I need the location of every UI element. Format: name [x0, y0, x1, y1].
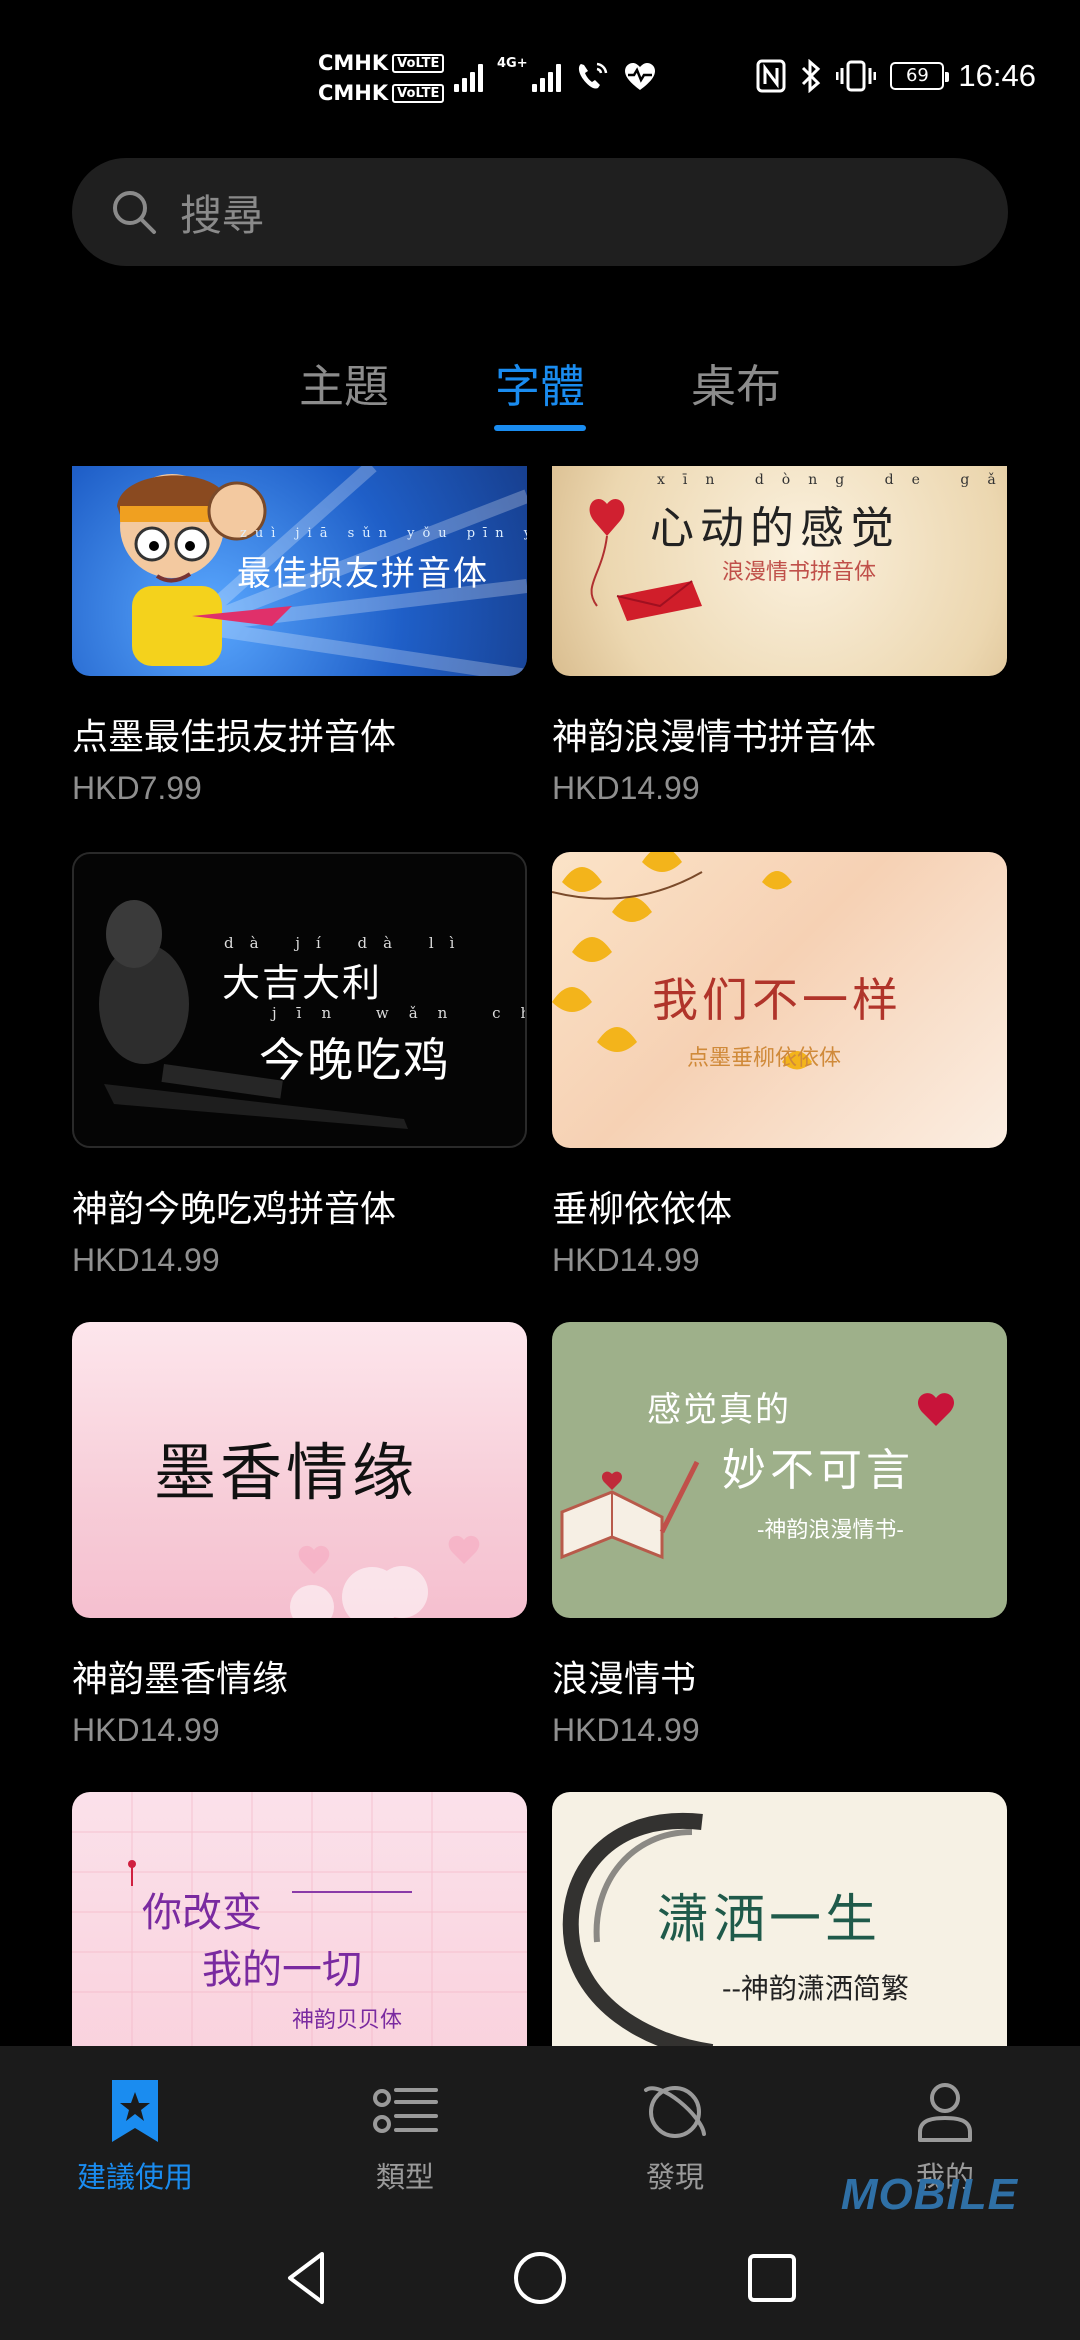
clock: 16:46: [958, 58, 1036, 93]
font-card[interactable]: zuì jiā sǔn yǒu pīn yīn tǐ 最佳损友拼音体 点墨最佳损…: [72, 466, 527, 807]
preview-text: 潇洒一生: [657, 1890, 882, 1950]
preview-text: 大吉大利: [222, 961, 383, 1005]
active-tab-indicator: [494, 425, 586, 431]
preview-text: 你改变: [142, 1890, 262, 1936]
tab-fonts[interactable]: 字體: [440, 350, 640, 431]
font-card[interactable]: 潇洒一生 --神韵潇洒简繁: [552, 1792, 1007, 2046]
font-price: HKD7.99: [72, 770, 202, 806]
volte-badge: VoLTE: [392, 53, 445, 73]
vibrate-icon: [836, 60, 877, 92]
font-preview-image: 潇洒一生 --神韵潇洒简繁: [552, 1792, 1007, 2046]
preview-text: 心动的感觉: [650, 503, 900, 554]
preview-pinyin-2: jīn wǎn chī jī: [272, 1004, 525, 1022]
preview-subtext: 神韵贝贝体: [292, 2008, 403, 2033]
nav-recommended[interactable]: 建議使用: [35, 2076, 235, 2196]
preview-text-2: 妙不可言: [722, 1445, 914, 1496]
preview-text: 我们不一样: [652, 973, 902, 1027]
font-price: HKD14.99: [552, 1242, 700, 1278]
tab-wallpapers[interactable]: 桌布: [636, 350, 836, 415]
bluetooth-icon: [802, 59, 821, 93]
font-price: HKD14.99: [72, 1242, 220, 1278]
recents-icon[interactable]: [740, 2246, 804, 2310]
font-title: 点墨最佳损友拼音体: [72, 717, 397, 758]
status-bar: CMHK VoLTE CMHK VoLTE 4G+ 69 16:46: [0, 0, 1080, 140]
network-type: 4G+: [497, 56, 528, 71]
nav-label: 類型: [375, 2160, 434, 2194]
system-status: 69 16:46: [756, 56, 1036, 96]
font-preview-image: zuì jiā sǔn yǒu pīn yīn tǐ 最佳损友拼音体: [72, 466, 527, 676]
carrier-info: CMHK VoLTE CMHK VoLTE: [318, 48, 445, 108]
watermark-logo: MOBILE: [840, 2170, 1018, 2219]
preview-text-2: 我的一切: [202, 1947, 362, 1993]
home-icon[interactable]: [508, 2246, 572, 2310]
font-card[interactable]: 我们不一样 点墨垂柳依依体 垂柳依依体 HKD14.99: [552, 852, 1007, 1279]
font-title: 浪漫情书: [552, 1659, 697, 1700]
font-price: HKD14.99: [552, 770, 700, 806]
font-card[interactable]: 你改变 我的一切 神韵贝贝体: [72, 1792, 527, 2046]
font-preview-image: 墨香情缘: [72, 1322, 527, 1618]
font-card[interactable]: 感觉真的 妙不可言 -神韵浪漫情书- 浪漫情书 HKD14.99: [552, 1322, 1007, 1749]
search-placeholder: 搜尋: [180, 190, 265, 240]
font-card[interactable]: xīn dòng de gǎn jiào 心动的感觉 浪漫情书拼音体 神韵浪漫情…: [552, 466, 1007, 807]
preview-text: 最佳损友拼音体: [237, 554, 489, 594]
preview-text: 感觉真的: [647, 1390, 791, 1430]
font-preview-image: dà jí dà lì 大吉大利 jīn wǎn chī jī 今晚吃鸡: [72, 852, 527, 1148]
nfc-icon: [756, 59, 786, 93]
tab-themes[interactable]: 主題: [244, 350, 444, 415]
carrier-name-2: CMHK: [318, 81, 389, 105]
preview-pinyin: xīn dòng de gǎn jiào: [657, 472, 1007, 488]
wifi-call-icon: [578, 62, 607, 89]
back-icon[interactable]: [276, 2246, 340, 2310]
search-bar[interactable]: 搜尋: [72, 158, 1008, 266]
list-icon: [373, 2088, 438, 2133]
carrier-name-1: CMHK: [318, 51, 389, 75]
preview-subtext: -神韵浪漫情书-: [757, 1518, 904, 1543]
font-preview-image: 感觉真的 妙不可言 -神韵浪漫情书-: [552, 1322, 1007, 1618]
preview-text: 墨香情缘: [154, 1436, 419, 1509]
nav-label: 發現: [645, 2160, 704, 2194]
signal-icon: [454, 62, 483, 92]
planet-icon: [644, 2086, 706, 2138]
font-card[interactable]: dà jí dà lì 大吉大利 jīn wǎn chī jī 今晚吃鸡 神韵今…: [72, 852, 527, 1279]
font-card[interactable]: 墨香情缘 神韵墨香情缘 HKD14.99: [72, 1322, 527, 1749]
preview-subtext: 点墨垂柳依依体: [687, 1046, 842, 1071]
category-tabs: 主題 字體 桌布: [0, 350, 1080, 440]
person-icon: [918, 2083, 972, 2142]
font-price: HKD14.99: [72, 1712, 220, 1748]
font-preview-image: 你改变 我的一切 神韵贝贝体: [72, 1792, 527, 2046]
font-preview-image: xīn dòng de gǎn jiào 心动的感觉 浪漫情书拼音体: [552, 466, 1007, 676]
font-preview-image: 我们不一样 点墨垂柳依依体: [552, 852, 1007, 1148]
font-grid: zuì jiā sǔn yǒu pīn yīn tǐ 最佳损友拼音体 点墨最佳损…: [0, 466, 1080, 2046]
nav-label: 建議使用: [76, 2160, 193, 2194]
search-icon: [113, 191, 156, 234]
heart-rate-icon: [624, 63, 655, 90]
signal-indicators: 4G+: [454, 56, 657, 92]
font-title: 神韵今晚吃鸡拼音体: [72, 1189, 397, 1230]
volte-badge: VoLTE: [392, 83, 445, 103]
battery-indicator: 69: [890, 62, 950, 90]
system-navigation-bar: [0, 2216, 1080, 2340]
font-title: 神韵浪漫情书拼音体: [552, 717, 877, 758]
preview-pinyin: dà jí dà lì: [224, 934, 471, 952]
signal-icon: [531, 62, 561, 92]
bookmark-star-icon: [112, 2080, 158, 2142]
preview-text-2: 今晚吃鸡: [259, 1033, 451, 1087]
font-title: 垂柳依依体: [552, 1189, 733, 1230]
font-price: HKD14.99: [552, 1712, 700, 1748]
nav-categories[interactable]: 類型: [305, 2076, 505, 2196]
preview-subtext: 浪漫情书拼音体: [722, 560, 877, 585]
font-title: 神韵墨香情缘: [72, 1659, 289, 1700]
preview-subtext: --神韵潇洒简繁: [722, 1972, 909, 2005]
preview-pinyin: zuì jiā sǔn yǒu pīn yīn tǐ: [240, 526, 527, 541]
nav-discover[interactable]: 發現: [575, 2076, 775, 2196]
